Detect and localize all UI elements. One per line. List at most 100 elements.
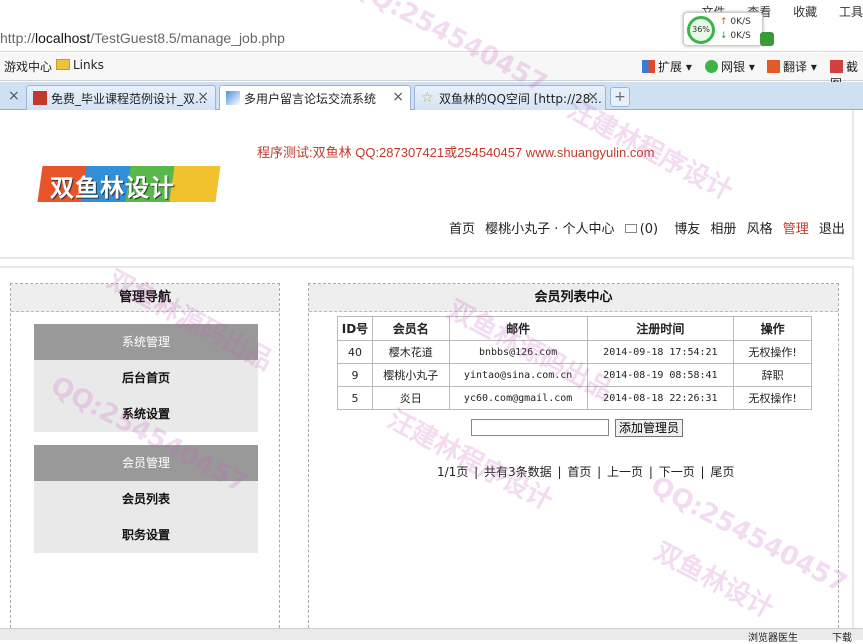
tab-title: 免费_毕业课程范例设计_双...: [51, 92, 207, 106]
sidebar-panel: 管理导航 系统管理 后台首页 系统设置 会员管理 会员列表 职务设置: [10, 283, 280, 628]
cell-time: 2014-08-18 22:26:31: [586, 386, 735, 410]
url-scheme: http://: [0, 30, 36, 46]
nav-blog[interactable]: 博友: [674, 222, 700, 237]
url-text[interactable]: http://localhost/TestGuest8.5/manage_job…: [0, 30, 285, 46]
tab-qq-space[interactable]: ☆ 双鱼林的QQ空间 [http://28... ×: [414, 85, 606, 110]
pager-prev[interactable]: 上一页: [607, 465, 643, 479]
sidebar-group-members[interactable]: 会员管理: [34, 445, 258, 481]
status-download[interactable]: 下载: [832, 629, 852, 644]
content-right-border: [852, 266, 854, 628]
pager-next[interactable]: 下一页: [659, 465, 695, 479]
cell-email: bnbbs@126.com: [448, 340, 588, 364]
cell-name: 樱桃小丸子: [371, 363, 450, 387]
col-email: 邮件: [448, 316, 588, 341]
sidebar-group-system[interactable]: 系统管理: [34, 324, 258, 360]
pagination: 1/1页 | 共有3条数据 | 首页 | 上一页 | 下一页 | 尾页: [437, 465, 735, 479]
folder-icon: [56, 59, 70, 70]
browser-statusbar: 浏览器医生 下载: [0, 628, 863, 644]
tab-title: 双鱼林的QQ空间 [http://28...: [439, 92, 602, 106]
cell-id: 5: [337, 386, 373, 410]
pager-last[interactable]: 尾页: [710, 465, 734, 479]
url-host: localhost: [35, 30, 91, 46]
table-header-row: ID号 会员名 邮件 注册时间 操作: [337, 316, 812, 341]
add-admin-input[interactable]: [471, 419, 609, 436]
cell-name: 炎日: [371, 386, 450, 410]
download-speed: ↓ 0K/S: [720, 31, 751, 41]
table-row: 9 樱桃小丸子 yintao@sina.com.cn 2014-08-19 08…: [337, 363, 812, 387]
nav-logout[interactable]: 退出: [819, 222, 845, 237]
table-row: 40 樱木花道 bnbbs@126.com 2014-09-18 17:54:2…: [337, 340, 812, 364]
network-speed-widget[interactable]: 36% ↑ 0K/S ↓ 0K/S: [683, 12, 763, 46]
status-doctor[interactable]: 浏览器医生: [748, 629, 798, 644]
favorites-bar: 游戏中心 Links 扩展 ▾ 网银 ▾ 翻译 ▾ 截图: [0, 53, 863, 91]
tab-close-icon[interactable]: ×: [587, 89, 599, 105]
testing-notice: 程序测试:双鱼林 QQ:287307421或254540457 www.shua…: [257, 145, 655, 160]
content-top-divider: [0, 266, 853, 268]
sidebar-item-member-list[interactable]: 会员列表: [34, 481, 258, 517]
add-admin-button[interactable]: 添加管理员: [615, 419, 684, 437]
sidebar-item-system-settings[interactable]: 系统设置: [34, 396, 258, 432]
nav-messages[interactable]: (0): [624, 222, 664, 237]
star-icon: ☆: [421, 90, 434, 106]
sidebar-item-admin-home[interactable]: 后台首页: [34, 360, 258, 396]
pager-page: 1/1页: [437, 465, 469, 479]
table-row: 5 炎日 yc60.com@gmail.com 2014-08-18 22:26…: [337, 386, 812, 410]
pager-first[interactable]: 首页: [567, 465, 591, 479]
nav-home[interactable]: 首页: [449, 222, 475, 237]
search-icon[interactable]: [760, 32, 774, 46]
nav-style[interactable]: 风格: [747, 222, 773, 237]
member-table: ID号 会员名 邮件 注册时间 操作 40 樱木花道 bnbbs@126.com…: [337, 316, 812, 410]
cell-id: 40: [337, 340, 373, 364]
favicon-icon: [33, 91, 47, 105]
col-id: ID号: [337, 316, 373, 341]
sidebar-title: 管理导航: [11, 284, 279, 312]
new-tab-button[interactable]: +: [610, 87, 630, 107]
tab-course-design[interactable]: 免费_毕业课程范例设计_双... ×: [26, 85, 216, 110]
header-divider: [0, 257, 853, 259]
toolbar-netbank[interactable]: 网银 ▾: [705, 58, 755, 75]
cell-op: 无权操作!: [733, 386, 812, 410]
translate-icon: [767, 60, 780, 73]
envelope-icon: [624, 224, 637, 233]
tab-forum-system[interactable]: 多用户留言论坛交流系统 ×: [219, 85, 411, 111]
cell-time: 2014-08-19 08:58:41: [586, 363, 735, 387]
close-icon[interactable]: ×: [8, 88, 20, 104]
header-right-border: [852, 110, 854, 260]
upload-speed: ↑ 0K/S: [720, 17, 751, 27]
top-nav: 首页 樱桃小丸子 · 个人中心 (0) 博友 相册 风格 管理 退出: [449, 218, 851, 237]
nav-user-center[interactable]: 樱桃小丸子 · 个人中心: [485, 222, 614, 237]
fav-links[interactable]: Links: [56, 58, 104, 72]
tab-bar: × 免费_毕业课程范例设计_双... × 多用户留言论坛交流系统 × ☆ 双鱼林…: [0, 82, 863, 111]
speed-percent: 36%: [687, 16, 715, 44]
nav-album[interactable]: 相册: [710, 222, 736, 237]
main-title: 会员列表中心: [309, 284, 838, 312]
toolbar-translate[interactable]: 翻译 ▾: [767, 58, 817, 75]
cell-op: 无权操作!: [733, 340, 812, 364]
up-arrow-icon: ↑: [720, 17, 728, 27]
cell-id: 9: [337, 363, 373, 387]
tab-close-icon[interactable]: ×: [392, 89, 404, 105]
col-op: 操作: [733, 316, 812, 341]
sidebar-item-job-settings[interactable]: 职务设置: [34, 517, 258, 553]
cell-name: 樱木花道: [371, 340, 450, 364]
url-path: /TestGuest8.5/manage_job.php: [90, 30, 285, 46]
menu-favorites[interactable]: 收藏: [793, 3, 817, 20]
down-arrow-icon: ↓: [720, 31, 728, 41]
menu-tools[interactable]: 工具: [839, 3, 863, 20]
fav-games[interactable]: 游戏中心: [4, 58, 52, 75]
site-logo[interactable]: 双鱼林设计: [37, 166, 221, 202]
toolbar-extend[interactable]: 扩展 ▾: [642, 58, 692, 75]
member-list-panel: 会员列表中心 ID号 会员名 邮件 注册时间 操作 40 樱木花道 bnbbs@…: [308, 283, 839, 628]
cell-email: yc60.com@gmail.com: [448, 386, 588, 410]
tab-close-icon[interactable]: ×: [197, 89, 209, 105]
page-icon: [226, 91, 240, 105]
scissors-icon: [830, 60, 843, 73]
extend-icon: [642, 60, 655, 73]
col-name: 会员名: [371, 316, 450, 341]
resign-link[interactable]: 辞职: [733, 363, 812, 387]
tab-title: 多用户留言论坛交流系统: [244, 92, 377, 106]
pager-total: 共有3条数据: [484, 465, 552, 479]
cell-time: 2014-09-18 17:54:21: [586, 340, 735, 364]
cell-email: yintao@sina.com.cn: [448, 363, 588, 387]
nav-manage[interactable]: 管理: [783, 222, 809, 237]
